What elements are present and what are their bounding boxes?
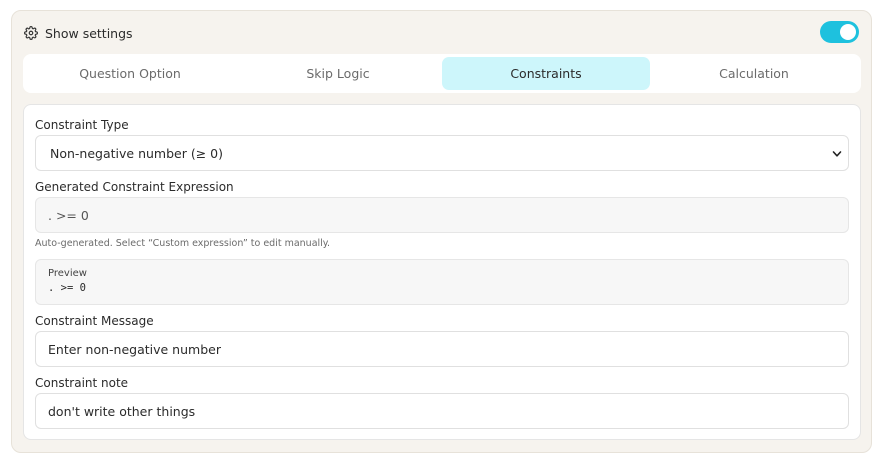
expression-label: Generated Constraint Expression [35, 180, 234, 194]
settings-panel: Show settings Question Option Skip Logic… [11, 10, 872, 453]
constraint-message-value: Enter non-negative number [48, 341, 221, 357]
tab-question-option[interactable]: Question Option [26, 57, 234, 90]
constraint-type-value: Non-negative number (≥ 0) [50, 145, 223, 161]
constraint-type-label: Constraint Type [35, 118, 129, 132]
tab-constraints[interactable]: Constraints [442, 57, 650, 90]
preview-label: Preview [48, 268, 87, 279]
tab-skip-logic[interactable]: Skip Logic [234, 57, 442, 90]
constraint-note-value: don't write other things [48, 403, 196, 419]
toggle-knob [840, 24, 856, 40]
settings-header: Show settings [24, 23, 133, 43]
constraint-message-label: Constraint Message [35, 314, 154, 328]
constraint-note-input[interactable]: don't write other things [35, 393, 849, 429]
constraint-expression-value: . >= 0 [48, 207, 89, 223]
settings-title: Show settings [45, 25, 133, 41]
gear-icon [24, 26, 38, 40]
constraints-card: Constraint Type Non-negative number (≥ 0… [23, 104, 861, 440]
tab-calculation[interactable]: Calculation [650, 57, 858, 90]
expression-hint: Auto-generated. Select “Custom expressio… [35, 238, 331, 249]
preview-code: . >= 0 [48, 282, 86, 294]
expression-preview: Preview . >= 0 [35, 259, 849, 305]
constraint-expression-field: . >= 0 [35, 197, 849, 233]
chevron-down-icon [832, 149, 842, 159]
constraint-note-label: Constraint note [35, 376, 129, 390]
show-settings-toggle[interactable] [820, 21, 859, 43]
settings-tabs: Question Option Skip Logic Constraints C… [23, 54, 861, 93]
constraint-type-select[interactable]: Non-negative number (≥ 0) [35, 135, 849, 171]
constraint-message-input[interactable]: Enter non-negative number [35, 331, 849, 367]
